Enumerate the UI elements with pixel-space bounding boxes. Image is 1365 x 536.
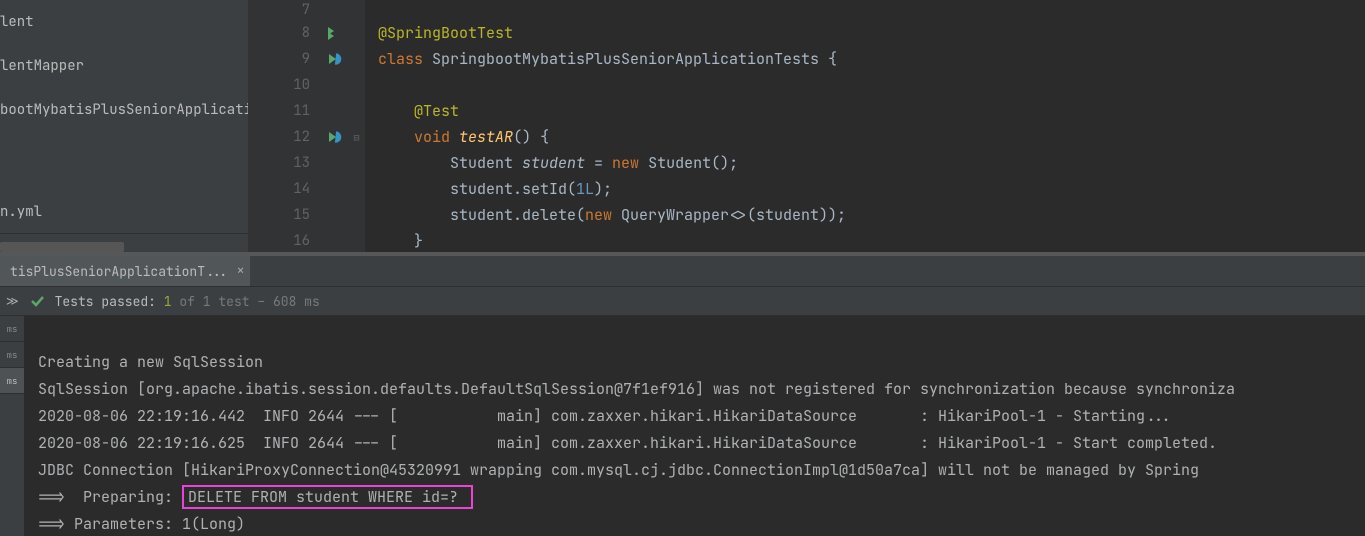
project-sidebar[interactable]: lent lentMapper bootMybatisPlusSeniorApp… <box>0 0 248 252</box>
code-text: = <box>585 153 612 173</box>
keyword: new <box>612 153 639 173</box>
line-number: 11 <box>248 98 320 124</box>
tests-passed-count: 1 <box>156 293 179 310</box>
code-text: student.setId( <box>378 179 576 199</box>
rerun-icon[interactable] <box>326 129 342 145</box>
line-number: 10 <box>248 72 320 98</box>
console-line: ==> Preparing: <box>38 487 182 507</box>
class-decl: SpringbootMybatisPlusSeniorApplicationTe… <box>423 49 837 69</box>
number-literal: 1L <box>576 179 594 199</box>
method-name: testAR <box>459 127 513 147</box>
editor-area: lent lentMapper bootMybatisPlusSeniorApp… <box>0 0 1365 252</box>
line-number: 14 <box>248 176 320 202</box>
console-line: Creating a new SqlSession <box>38 352 263 372</box>
line-number: 12 <box>248 124 320 150</box>
line-number-gutter: 7 8 9 10 11 12 13 14 15 16 <box>248 0 320 252</box>
code-text: student.delete( <box>378 205 585 225</box>
code-text: ); <box>594 179 612 199</box>
side-tab[interactable]: ms <box>0 342 24 368</box>
annotation: @SpringBootTest <box>378 23 513 43</box>
line-number: 15 <box>248 202 320 228</box>
tree-item[interactable]: bootMybatisPlusSeniorApplication <box>0 88 248 132</box>
code-text: Student <box>378 153 522 173</box>
line-number: 13 <box>248 150 320 176</box>
tests-total-label: of 1 test – 608 ms <box>179 293 319 310</box>
test-toolbar: ≫ Tests passed: 1 of 1 test – 608 ms <box>0 286 1365 316</box>
line-number: 7 <box>248 0 320 20</box>
console-line: SqlSession [org.apache.ibatis.session.de… <box>38 379 1235 399</box>
side-tab[interactable]: ms <box>0 316 24 342</box>
code-text: () { <box>513 127 549 147</box>
keyword: new <box>585 205 612 225</box>
console-area: ms ms ms Creating a new SqlSession SqlSe… <box>0 316 1365 536</box>
code-text: Student(); <box>639 153 738 173</box>
tree-item[interactable]: lent <box>0 0 248 44</box>
console-line: ==> Parameters: 1(Long) <box>38 514 245 534</box>
run-tabs: tisPlusSeniorApplicationT... × <box>0 256 1365 286</box>
console-output[interactable]: Creating a new SqlSession SqlSession [or… <box>24 316 1365 536</box>
code-text: } <box>378 231 423 251</box>
code-text: QueryWrapper<>(student)); <box>612 205 846 225</box>
run-tab-label: tisPlusSeniorApplicationT... <box>10 263 228 280</box>
line-number: 16 <box>248 228 320 254</box>
code-editor[interactable]: 7 8 9 10 11 12 13 14 15 16 <box>248 0 1365 252</box>
chevron-right-icon[interactable]: ≫ <box>6 293 19 309</box>
keyword: class <box>378 49 423 69</box>
keyword: void <box>414 127 450 147</box>
rerun-icon[interactable] <box>326 51 342 67</box>
tree-item[interactable]: lentMapper <box>0 44 248 88</box>
code-content[interactable]: @SpringBootTest class SpringbootMybatisP… <box>366 0 1365 252</box>
annotation: @Test <box>414 101 459 121</box>
console-line: 2020-08-06 22:19:16.442 INFO 2644 --- [ … <box>38 406 1172 426</box>
sql-highlight: DELETE FROM student WHERE id=? <box>182 485 473 509</box>
run-class-icon[interactable] <box>326 25 342 41</box>
console-side-tabs: ms ms ms <box>0 316 24 536</box>
side-tab[interactable]: ms <box>0 368 24 394</box>
run-gutter <box>320 0 348 252</box>
fold-icon[interactable]: ⊟ <box>348 124 365 150</box>
tests-passed-label: Tests passed: <box>55 293 156 310</box>
fold-gutter: ⊟ <box>348 0 366 252</box>
console-line: JDBC Connection [HikariProxyConnection@4… <box>38 460 1199 480</box>
variable: student <box>522 153 585 173</box>
line-number: 9 <box>248 46 320 72</box>
run-tab[interactable]: tisPlusSeniorApplicationT... × <box>0 256 250 286</box>
console-line: 2020-08-06 22:19:16.625 INFO 2644 --- [ … <box>38 433 1217 453</box>
close-icon[interactable]: × <box>236 262 244 280</box>
tree-item[interactable]: n.yml <box>0 190 248 234</box>
horizontal-scrollbar[interactable] <box>0 242 124 252</box>
line-number: 8 <box>248 20 320 46</box>
check-icon <box>29 293 45 309</box>
